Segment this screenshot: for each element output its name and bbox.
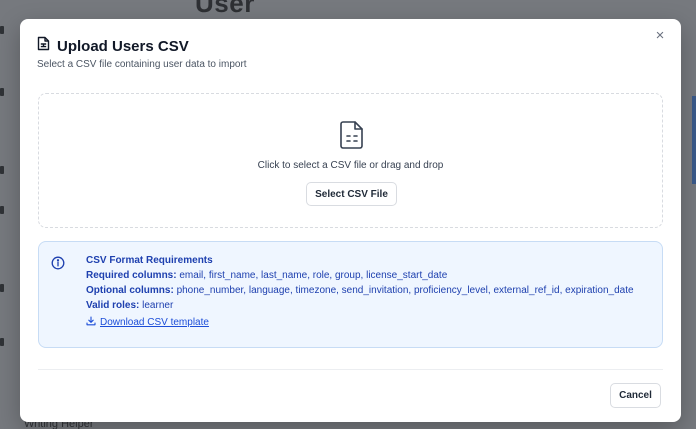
background-sidebar-mark [0, 26, 4, 34]
download-template-link[interactable]: Download CSV template [86, 316, 652, 329]
info-circle-icon [51, 256, 65, 275]
close-icon[interactable]: × [652, 28, 668, 44]
required-columns-value: email, first_name, last_name, role, grou… [179, 270, 448, 281]
optional-columns: Optional columns: phone_number, language… [86, 285, 652, 296]
csv-requirements-panel: CSV Format Requirements Required columns… [38, 241, 663, 348]
optional-columns-label: Optional columns: [86, 285, 174, 296]
download-template-label[interactable]: Download CSV template [100, 317, 209, 328]
valid-roles-value: learner [142, 300, 174, 311]
background-sidebar-mark [0, 338, 4, 346]
background-sidebar-mark [0, 206, 4, 214]
required-columns: Required columns: email, first_name, las… [86, 270, 652, 281]
download-icon [86, 316, 96, 329]
background-right-element [692, 96, 696, 184]
background-sidebar-mark [0, 284, 4, 292]
optional-columns-value: phone_number, language, timezone, send_i… [176, 285, 634, 296]
select-csv-button[interactable]: Select CSV File [306, 182, 397, 206]
file-spreadsheet-icon [37, 36, 50, 56]
background-sidebar-mark [0, 88, 4, 96]
requirements-title: CSV Format Requirements [86, 255, 213, 266]
csv-dropzone[interactable]: Click to select a CSV file or drag and d… [38, 93, 663, 228]
valid-roles: Valid roles: learner [86, 300, 652, 311]
upload-users-dialog: × Upload Users CSV Select a CSV file con… [20, 19, 681, 422]
dialog-subtitle: Select a CSV file containing user data t… [37, 59, 247, 70]
footer-divider [38, 369, 663, 370]
valid-roles-label: Valid roles: [86, 300, 140, 311]
background-sidebar-mark [0, 166, 4, 174]
background-heading: User [195, 0, 255, 18]
dialog-title: Upload Users CSV [57, 37, 189, 55]
required-columns-label: Required columns: [86, 270, 177, 281]
dropzone-prompt: Click to select a CSV file or drag and d… [257, 160, 444, 171]
dialog-header: Upload Users CSV [37, 36, 189, 56]
file-spreadsheet-icon [339, 120, 365, 155]
cancel-button[interactable]: Cancel [610, 383, 661, 408]
